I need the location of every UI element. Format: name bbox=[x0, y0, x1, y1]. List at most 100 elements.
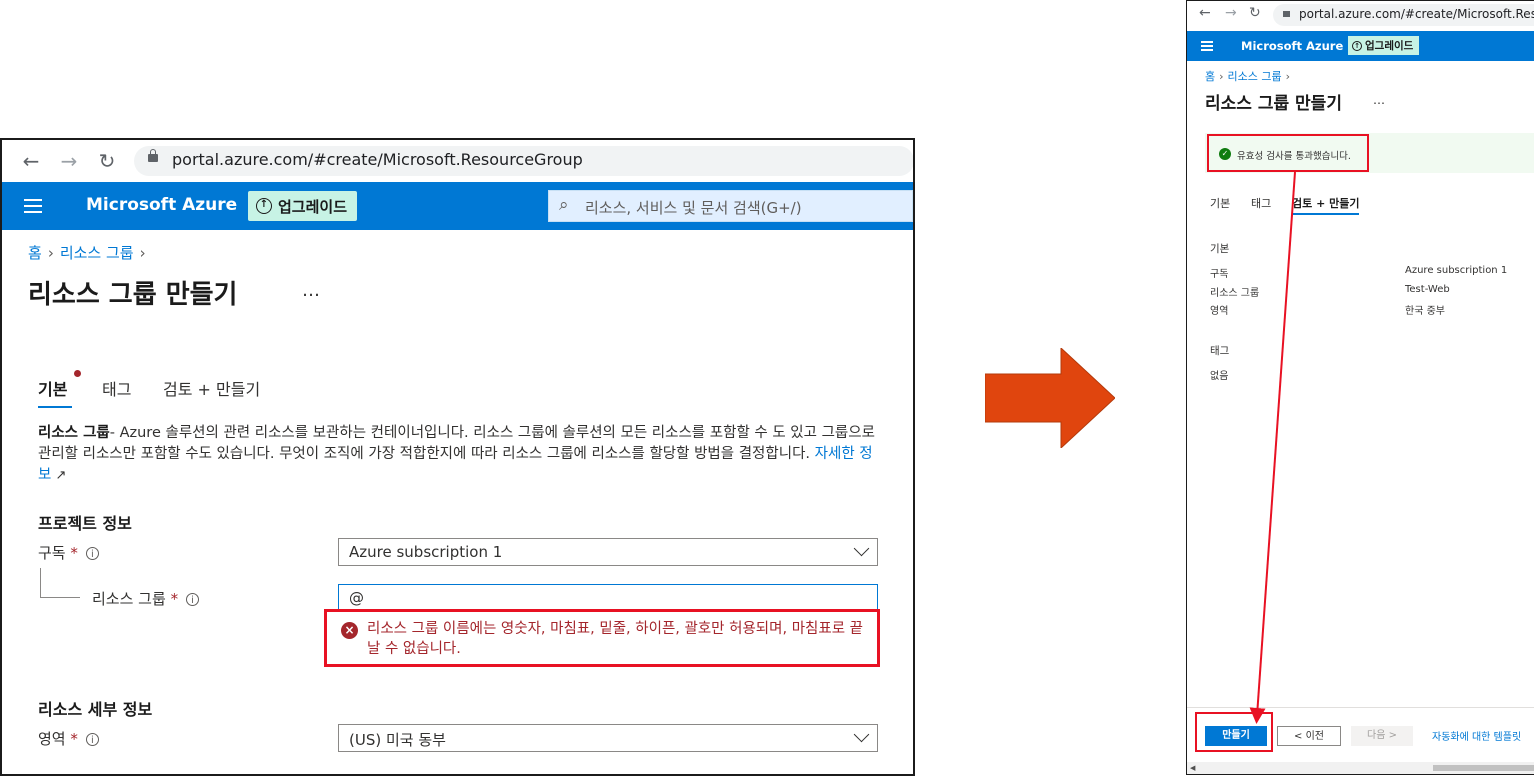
page-title: 리소스 그룹 만들기 bbox=[1205, 94, 1342, 114]
address-bar[interactable]: portal.azure.com/#create/Microsoft.Resou… bbox=[134, 146, 913, 176]
upgrade-button[interactable]: ↑ 업그레이드 bbox=[248, 191, 358, 221]
summary-value: 한국 중부 bbox=[1405, 306, 1445, 317]
info-icon[interactable]: i bbox=[85, 547, 99, 560]
description-bold: 리소스 그룹 bbox=[38, 425, 110, 441]
more-options-icon[interactable]: … bbox=[1373, 93, 1385, 107]
chevron-right-icon: › bbox=[47, 244, 54, 262]
info-icon[interactable]: i bbox=[85, 733, 99, 746]
summary-value: Test-Web bbox=[1405, 284, 1450, 295]
chevron-down-icon bbox=[853, 540, 870, 557]
scroll-left-icon[interactable]: ◀ bbox=[1190, 764, 1195, 772]
tags-value: 없음 bbox=[1210, 371, 1229, 382]
breadcrumb-resource-groups[interactable]: 리소스 그룹 bbox=[1228, 70, 1282, 83]
tab-review-create[interactable]: 검토 + 만들기 bbox=[163, 376, 260, 400]
active-tab-indicator bbox=[38, 406, 72, 408]
browser-chrome: ← → ↻ portal.azure.com/#create/Microsoft… bbox=[1187, 1, 1534, 29]
chevron-right-icon: › bbox=[1285, 70, 1291, 83]
tab-tags[interactable]: 태그 bbox=[1251, 195, 1271, 211]
error-message: 리소스 그룹 이름에는 영숫자, 마침표, 밑줄, 하이픈, 괄호만 허용되며,… bbox=[367, 621, 864, 657]
upgrade-label: 업그레이드 bbox=[278, 197, 348, 216]
summary-value: Azure subscription 1 bbox=[1405, 265, 1508, 276]
brand-title[interactable]: Microsoft Azure bbox=[1241, 39, 1343, 53]
subscription-select[interactable]: Azure subscription 1 bbox=[338, 538, 878, 566]
tree-connector bbox=[40, 568, 41, 598]
active-tab-indicator bbox=[1292, 213, 1359, 215]
forward-icon[interactable]: → bbox=[56, 148, 82, 174]
external-link-icon: ↗ bbox=[51, 468, 67, 483]
forward-icon[interactable]: → bbox=[1225, 5, 1237, 21]
breadcrumb-home[interactable]: 홈 bbox=[1205, 70, 1215, 83]
upgrade-arrow-icon: ↑ bbox=[256, 198, 272, 214]
resource-group-input[interactable]: @ bbox=[338, 584, 878, 612]
next-button[interactable]: 다음 > bbox=[1351, 726, 1413, 746]
chevron-down-icon bbox=[853, 726, 870, 743]
description: 리소스 그룹- Azure 솔루션의 관련 리소스를 보관하는 컨테이너입니다.… bbox=[38, 423, 883, 486]
back-icon[interactable]: ← bbox=[18, 148, 44, 174]
right-arrow-icon bbox=[985, 348, 1115, 448]
subscription-value: Azure subscription 1 bbox=[349, 543, 503, 561]
summary-label: 영역 bbox=[1210, 306, 1229, 317]
right-screenshot: ← → ↻ portal.azure.com/#create/Microsoft… bbox=[1186, 0, 1534, 775]
tab-tags[interactable]: 태그 bbox=[102, 376, 131, 400]
summary-label: 구독 bbox=[1210, 269, 1229, 280]
browser-chrome: ← → ↻ portal.azure.com/#create/Microsoft… bbox=[2, 140, 913, 182]
previous-button[interactable]: < 이전 bbox=[1277, 726, 1341, 746]
breadcrumb-resource-groups[interactable]: 리소스 그룹 bbox=[60, 244, 134, 262]
resource-details-heading: 리소스 세부 정보 bbox=[38, 700, 153, 719]
region-label: 영역 * i bbox=[38, 728, 99, 749]
back-icon[interactable]: ← bbox=[1199, 5, 1211, 21]
validation-message: 유효성 검사를 통과했습니다. bbox=[1237, 151, 1351, 162]
description-text: - Azure 솔루션의 관련 리소스를 보관하는 컨테이너입니다. 리소스 그… bbox=[38, 425, 875, 462]
required-mark: * bbox=[170, 590, 179, 608]
lock-icon bbox=[148, 149, 158, 162]
subscription-label-text: 구독 bbox=[38, 544, 66, 562]
region-value: (US) 미국 동부 bbox=[349, 731, 446, 749]
hamburger-menu-icon[interactable] bbox=[1201, 41, 1213, 51]
footer-divider bbox=[1187, 707, 1534, 708]
project-details-heading: 프로젝트 정보 bbox=[38, 514, 132, 533]
tab-basics[interactable]: 기본 bbox=[1210, 195, 1230, 211]
breadcrumb: 홈 › 리소스 그룹 › bbox=[28, 242, 152, 263]
tags-heading: 태그 bbox=[1210, 345, 1230, 357]
automation-template-link[interactable]: 자동화에 대한 템플릿 bbox=[1432, 728, 1521, 743]
brand-title[interactable]: Microsoft Azure bbox=[86, 195, 237, 215]
upgrade-label: 업그레이드 bbox=[1365, 40, 1414, 52]
required-mark: * bbox=[70, 730, 78, 748]
tab-review-create[interactable]: 검토 + 만들기 bbox=[1292, 195, 1359, 211]
azure-top-bar: Microsoft Azure ↑ 업그레이드 ⌕ 리소스, 서비스 및 문서 … bbox=[2, 182, 913, 230]
region-label-text: 영역 bbox=[38, 730, 66, 748]
more-options-icon[interactable]: … bbox=[302, 280, 320, 301]
search-icon: ⌕ bbox=[559, 195, 569, 215]
reload-icon[interactable]: ↻ bbox=[94, 148, 120, 174]
chevron-right-icon: › bbox=[1219, 70, 1224, 83]
resource-group-label-text: 리소스 그룹 bbox=[92, 590, 166, 608]
tab-basics[interactable]: 기본 bbox=[38, 376, 67, 400]
upgrade-arrow-icon: ↑ bbox=[1352, 40, 1362, 51]
subscription-label: 구독 * i bbox=[38, 542, 99, 563]
horizontal-scrollbar[interactable]: ◀ bbox=[1187, 762, 1534, 774]
upgrade-button[interactable]: ↑ 업그레이드 bbox=[1348, 36, 1420, 55]
page-title: 리소스 그룹 만들기 bbox=[28, 280, 238, 310]
required-mark: * bbox=[70, 544, 78, 562]
left-screenshot: ← → ↻ portal.azure.com/#create/Microsoft… bbox=[0, 138, 915, 776]
region-select[interactable]: (US) 미국 동부 bbox=[338, 724, 878, 752]
tree-connector bbox=[40, 597, 80, 598]
breadcrumb-home[interactable]: 홈 bbox=[28, 244, 42, 262]
info-icon[interactable]: i bbox=[186, 593, 200, 606]
url-text: portal.azure.com/#create/Microsoft.Resou… bbox=[172, 150, 583, 169]
chevron-right-icon: › bbox=[139, 244, 146, 262]
search-placeholder: 리소스, 서비스 및 문서 검색(G+/) bbox=[585, 199, 802, 217]
basics-heading: 기본 bbox=[1210, 243, 1230, 255]
reload-icon[interactable]: ↻ bbox=[1249, 5, 1261, 21]
search-input[interactable]: ⌕ 리소스, 서비스 및 문서 검색(G+/) bbox=[548, 190, 913, 222]
check-icon: ✓ bbox=[1219, 148, 1231, 160]
url-text: portal.azure.com/#create/Microsoft.Resou… bbox=[1299, 7, 1534, 21]
azure-top-bar: Microsoft Azure ↑ 업그레이드 bbox=[1187, 31, 1534, 61]
scrollbar-thumb[interactable] bbox=[1433, 765, 1534, 771]
create-button-highlight bbox=[1195, 712, 1273, 752]
error-icon: × bbox=[341, 622, 358, 639]
summary-label: 리소스 그룹 bbox=[1210, 288, 1260, 299]
address-bar[interactable]: portal.azure.com/#create/Microsoft.Resou… bbox=[1273, 4, 1534, 26]
hamburger-menu-icon[interactable] bbox=[24, 199, 42, 213]
error-dot-icon bbox=[74, 370, 81, 377]
